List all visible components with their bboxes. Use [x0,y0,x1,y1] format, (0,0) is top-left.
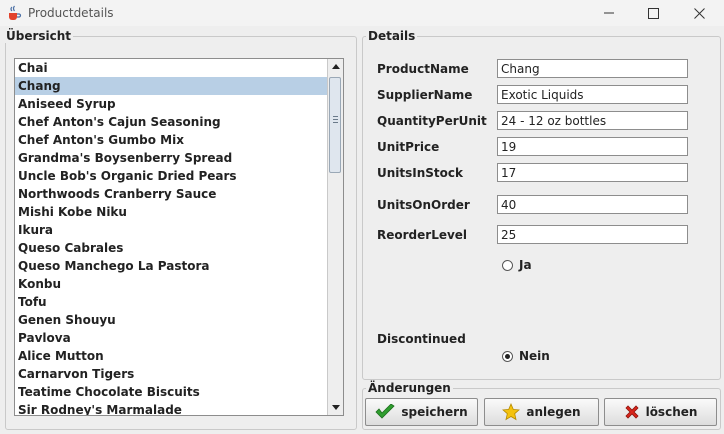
list-item[interactable]: Aniseed Syrup [15,95,343,113]
scroll-up-button[interactable] [328,59,343,74]
list-scrollbar[interactable] [327,59,343,415]
title-bar: Productdetails [0,0,724,26]
list-item[interactable]: Queso Cabrales [15,239,343,257]
list-item[interactable]: Ikura [15,221,343,239]
x-icon [625,405,639,419]
list-item[interactable]: Chai [15,59,343,77]
list-item[interactable]: Chef Anton's Gumbo Mix [15,131,343,149]
reorderlevel-field[interactable] [497,225,688,244]
list-item[interactable]: Queso Manchego La Pastora [15,257,343,275]
list-item[interactable]: Chang [15,77,343,95]
label-reorderlevel: ReorderLevel [377,228,468,242]
save-button-label: speichern [401,405,468,419]
list-item[interactable]: Northwoods Cranberry Sauce [15,185,343,203]
radio-ja[interactable]: Ja [502,258,532,272]
delete-button-label: löschen [645,405,698,419]
label-unitsonorder: UnitsOnOrder [377,198,470,212]
close-button[interactable] [676,0,722,26]
changes-legend: Änderungen [366,381,453,395]
product-list[interactable]: Chai Chang Aniseed Syrup Chef Anton's Cajun… [14,58,344,416]
radio-nein[interactable]: Nein [502,349,550,363]
list-item[interactable]: Carnarvon Tigers [15,365,343,383]
grip-line [333,119,338,120]
suppliername-field[interactable] [497,85,688,104]
minimize-icon [604,12,614,14]
label-quantityperunit: QuantityPerUnit [377,114,487,128]
arrow-down-icon [331,405,340,410]
create-button[interactable]: anlegen [484,398,599,426]
quantityperunit-field[interactable] [497,111,688,130]
create-button-label: anlegen [526,405,581,419]
grip-line [333,122,338,123]
label-productname: ProductName [377,62,469,76]
checkmark-icon [375,404,396,419]
list-item[interactable]: Teatime Chocolate Biscuits [15,383,343,401]
close-icon [693,7,705,19]
list-item[interactable]: Genen Shouyu [15,311,343,329]
list-item[interactable]: Chef Anton's Cajun Seasoning [15,113,343,131]
radio-nein-label: Nein [519,349,550,363]
java-cup-icon [6,5,22,21]
list-item[interactable]: Grandma's Boysenberry Spread [15,149,343,167]
unitprice-field[interactable] [497,137,688,156]
delete-button[interactable]: löschen [604,398,717,426]
product-list-items: Chai Chang Aniseed Syrup Chef Anton's Cajun… [15,59,343,415]
list-item[interactable]: Pavlova [15,329,343,347]
maximize-button[interactable] [630,0,676,26]
scroll-down-button[interactable] [328,400,343,415]
scroll-thumb[interactable] [329,77,341,173]
save-button[interactable]: speichern [365,398,478,426]
radio-ja-label: Ja [519,258,532,272]
overview-legend: Übersicht [4,29,74,43]
list-item[interactable]: Uncle Bob's Organic Dried Pears [15,167,343,185]
radio-circle-selected [502,350,513,362]
unitsinstock-field[interactable] [497,163,688,182]
label-suppliername: SupplierName [377,88,473,102]
list-item[interactable]: Tofu [15,293,343,311]
productname-field[interactable] [497,59,688,78]
grip-line [333,116,338,117]
label-unitsinstock: UnitsInStock [377,166,464,180]
minimize-button[interactable] [586,0,632,26]
unitsonorder-field[interactable] [497,195,688,214]
list-item[interactable]: Mishi Kobe Niku [15,203,343,221]
window-title: Productdetails [28,6,114,20]
star-icon [502,403,521,421]
label-unitprice: UnitPrice [377,140,440,154]
list-item[interactable]: Alice Mutton [15,347,343,365]
details-legend: Details [366,29,418,43]
label-discontinued: Discontinued [377,332,466,346]
list-item[interactable]: Sir Rodney's Marmalade [15,401,343,415]
arrow-up-icon [331,64,340,69]
maximize-icon [647,7,659,19]
list-item[interactable]: Konbu [15,275,343,293]
radio-circle [502,259,513,271]
